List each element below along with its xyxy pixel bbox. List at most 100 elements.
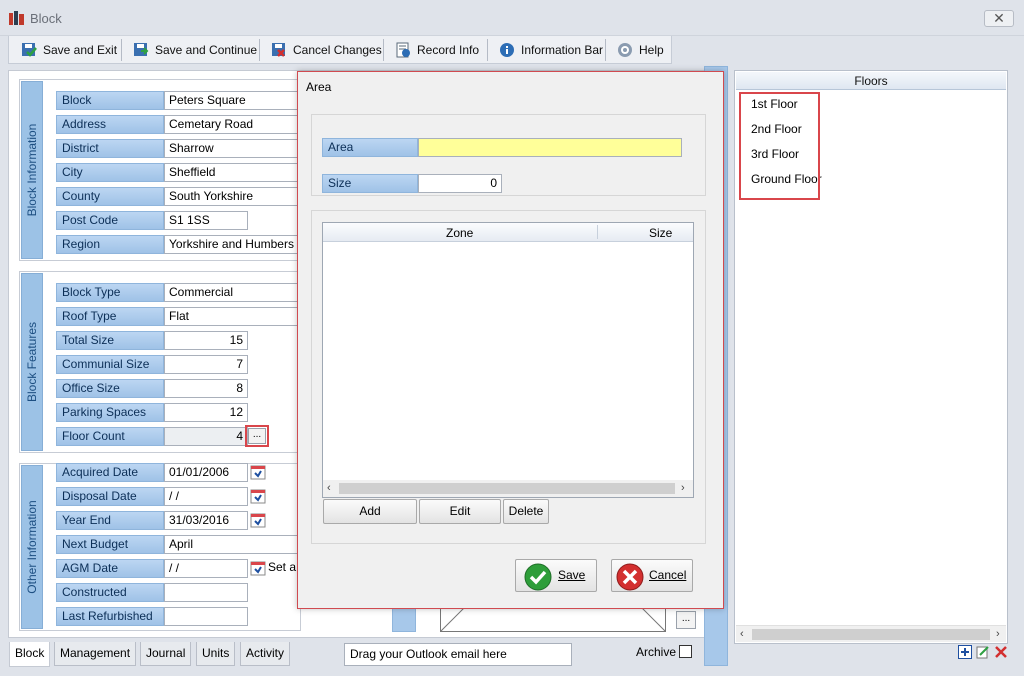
region-label: Region	[56, 235, 164, 254]
scroll-left-icon[interactable]: ‹	[740, 628, 744, 640]
block-label: Block	[56, 91, 164, 110]
toolbar: Save and Exit Save and Continue Cancel C…	[8, 36, 672, 64]
zone-horizontal-scrollbar[interactable]: ‹ ›	[323, 480, 693, 497]
region-field[interactable]: Yorkshire and Humbers	[164, 235, 301, 254]
block-features-vertical-label: Block Features	[21, 273, 43, 451]
save-button[interactable]: Save	[515, 559, 597, 592]
last-refurbished-label: Last Refurbished	[56, 607, 164, 626]
delete-floor-icon[interactable]	[994, 645, 1008, 659]
roof-type-label: Roof Type	[56, 307, 164, 326]
block-information-vertical-label: Block Information	[21, 81, 43, 259]
tab-units[interactable]: Units	[196, 642, 236, 666]
image-placeholder	[440, 608, 666, 632]
total-size-field[interactable]: 15	[164, 331, 248, 350]
cancel-label: Cancel	[649, 568, 687, 582]
size-field[interactable]: 0	[418, 174, 502, 193]
tab-block[interactable]: Block	[9, 642, 51, 667]
county-label: County	[56, 187, 164, 206]
block-type-field[interactable]: Commercial	[164, 283, 301, 302]
city-field[interactable]: Sheffield	[164, 163, 301, 182]
column-divider	[597, 225, 598, 239]
scroll-left-icon[interactable]: ‹	[327, 482, 331, 494]
constructed-label: Constructed	[56, 583, 164, 602]
tab-journal[interactable]: Journal	[140, 642, 192, 666]
constructed-field[interactable]	[164, 583, 248, 602]
zone-list-header	[323, 223, 693, 242]
calendar-icon[interactable]	[250, 488, 266, 504]
roof-type-field[interactable]: Flat	[164, 307, 301, 326]
floor-count-field: 4	[164, 427, 248, 446]
tab-activity[interactable]: Activity	[240, 642, 291, 666]
calendar-icon[interactable]	[250, 512, 266, 528]
cancel-changes-button[interactable]: Cancel Changes	[265, 36, 388, 63]
record-info-icon	[396, 42, 410, 57]
office-size-label: Office Size	[56, 379, 164, 398]
save-and-exit-button[interactable]: Save and Exit	[15, 36, 123, 63]
archive-checkbox[interactable]	[679, 645, 692, 658]
cancel-changes-icon	[272, 42, 285, 57]
parking-spaces-field[interactable]: 12	[164, 403, 248, 422]
size-column-header[interactable]: Size	[649, 226, 672, 240]
save-and-continue-button[interactable]: Save and Continue	[127, 36, 263, 63]
year-end-field[interactable]: 31/03/2016	[164, 511, 248, 530]
parking-spaces-label: Parking Spaces	[56, 403, 164, 422]
delete-zone-button[interactable]: Delete	[503, 499, 549, 524]
title-bar	[0, 0, 1024, 36]
scroll-right-icon[interactable]: ›	[681, 482, 685, 494]
communial-size-field[interactable]: 7	[164, 355, 248, 374]
tab-management[interactable]: Management	[54, 642, 137, 666]
cancel-x-icon	[616, 563, 644, 591]
image-ellipsis-button[interactable]: ...	[676, 611, 696, 629]
floor-count-ellipsis-button[interactable]: ...	[248, 428, 266, 444]
total-size-label: Total Size	[56, 331, 164, 350]
floors-horizontal-scrollbar[interactable]: ‹ ›	[736, 625, 1006, 642]
window-close-button[interactable]: ✕	[984, 10, 1014, 27]
scroll-right-icon[interactable]: ›	[996, 628, 1000, 640]
scroll-thumb[interactable]	[339, 483, 675, 494]
save-and-exit-label: Save and Exit	[43, 42, 118, 57]
zone-column-header[interactable]: Zone	[446, 226, 473, 240]
agm-date-field[interactable]: / /	[164, 559, 248, 578]
scroll-thumb[interactable]	[752, 629, 990, 640]
record-info-button[interactable]: Record Info	[389, 36, 485, 63]
district-field[interactable]: Sharrow	[164, 139, 301, 158]
last-refurbished-field[interactable]	[164, 607, 248, 626]
save-and-continue-label: Save and Continue	[155, 42, 258, 57]
floors-highlight	[739, 92, 820, 200]
edit-floor-icon[interactable]	[976, 645, 990, 659]
edit-zone-button[interactable]: Edit	[419, 499, 501, 524]
save-label: Save	[558, 568, 586, 582]
block-app-icon	[9, 11, 24, 25]
floor-count-label: Floor Count	[56, 427, 164, 446]
city-label: City	[56, 163, 164, 182]
help-icon	[618, 42, 632, 57]
area-field[interactable]	[418, 138, 682, 157]
block-field[interactable]: Peters Square	[164, 91, 301, 110]
address-field[interactable]: Cemetary Road	[164, 115, 301, 134]
post-code-field[interactable]: S1 1SS	[164, 211, 248, 230]
add-floor-icon[interactable]	[958, 645, 972, 659]
help-button[interactable]: Help	[611, 36, 670, 63]
block-type-label: Block Type	[56, 283, 164, 302]
record-info-label: Record Info	[417, 42, 480, 57]
calendar-icon[interactable]	[250, 560, 266, 576]
zone-list[interactable]	[322, 222, 694, 498]
outlook-drop-zone[interactable]: Drag your Outlook email here	[344, 643, 572, 666]
dialog-title: Area	[306, 80, 332, 94]
other-information-vertical-label: Other Information	[21, 465, 43, 629]
address-label: Address	[56, 115, 164, 134]
acquired-date-field[interactable]: 01/01/2006	[164, 463, 248, 482]
office-size-field[interactable]: 8	[164, 379, 248, 398]
information-bar-button[interactable]: Information Bar	[493, 36, 609, 63]
disposal-date-label: Disposal Date	[56, 487, 164, 506]
add-zone-button[interactable]: Add	[323, 499, 417, 524]
county-field[interactable]: South Yorkshire	[164, 187, 301, 206]
cancel-button[interactable]: Cancel	[611, 559, 693, 592]
cancel-changes-label: Cancel Changes	[293, 42, 382, 57]
information-bar-label: Information Bar	[521, 42, 604, 57]
disposal-date-field[interactable]: / /	[164, 487, 248, 506]
agm-date-label: AGM Date	[56, 559, 164, 578]
calendar-icon[interactable]	[250, 464, 266, 480]
communial-size-label: Communial Size	[56, 355, 164, 374]
next-budget-field[interactable]: April	[164, 535, 301, 554]
